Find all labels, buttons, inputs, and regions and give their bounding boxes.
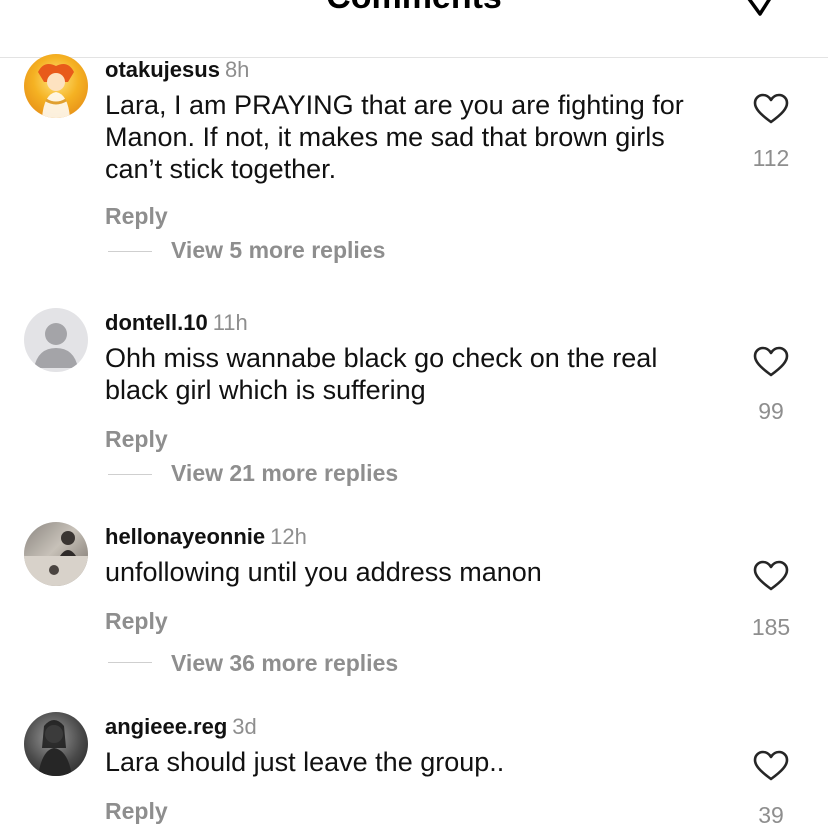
comment-text: Lara, I am PRAYING that are you are figh…	[105, 90, 684, 184]
comment-text: Ohh miss wannabe black go check on the r…	[105, 343, 658, 405]
avatar[interactable]	[24, 308, 88, 372]
username-row: dontell.10 11h	[105, 310, 248, 336]
timestamp: 12h	[270, 524, 307, 549]
username[interactable]: dontell.10	[105, 310, 208, 335]
view-more-replies[interactable]: View 5 more replies	[171, 237, 385, 264]
avatar[interactable]	[24, 522, 88, 586]
illustrated-avatar-icon	[38, 64, 74, 118]
reply-button[interactable]: Reply	[105, 426, 168, 453]
timestamp: 11h	[212, 310, 248, 335]
comment-text: unfollowing until you address manon	[105, 557, 542, 587]
avatar[interactable]	[24, 712, 88, 776]
timestamp: 3d	[232, 714, 257, 739]
reply-button[interactable]: Reply	[105, 203, 168, 230]
divider-line	[108, 474, 152, 475]
like-count: 99	[758, 398, 784, 424]
username-row: angieee.reg 3d	[105, 714, 257, 740]
like-count: 39	[758, 802, 784, 828]
heart-icon[interactable]	[753, 560, 789, 592]
comment-text: Lara should just leave the group..	[105, 747, 505, 777]
header-title: Comments	[0, 0, 828, 17]
username-row: otakujesus 8h	[105, 57, 249, 83]
username[interactable]: hellonayeonnie	[105, 524, 265, 549]
view-more-replies[interactable]: View 21 more replies	[171, 460, 398, 487]
comments-header: Comments	[0, 0, 828, 58]
reply-button[interactable]: Reply	[105, 608, 168, 635]
heart-icon[interactable]	[753, 750, 789, 782]
timestamp: 8h	[224, 57, 250, 82]
username-row: hellonayeonnie 12h	[105, 524, 307, 550]
reply-button[interactable]: Reply	[105, 798, 168, 825]
like-count: 112	[752, 145, 790, 171]
divider-line	[108, 662, 152, 663]
avatar[interactable]	[24, 54, 88, 118]
view-more-replies[interactable]: View 36 more replies	[171, 650, 398, 677]
photo-avatar-icon	[24, 531, 88, 586]
divider-line	[108, 251, 152, 252]
username[interactable]: otakujesus	[105, 57, 220, 82]
heart-icon[interactable]	[753, 93, 789, 125]
username[interactable]: angieee.reg	[105, 714, 227, 739]
heart-icon[interactable]	[753, 346, 789, 378]
like-count: 185	[751, 614, 791, 640]
send-icon[interactable]	[740, 0, 780, 22]
default-profile-icon	[34, 323, 78, 368]
photo-avatar-icon	[38, 720, 72, 776]
